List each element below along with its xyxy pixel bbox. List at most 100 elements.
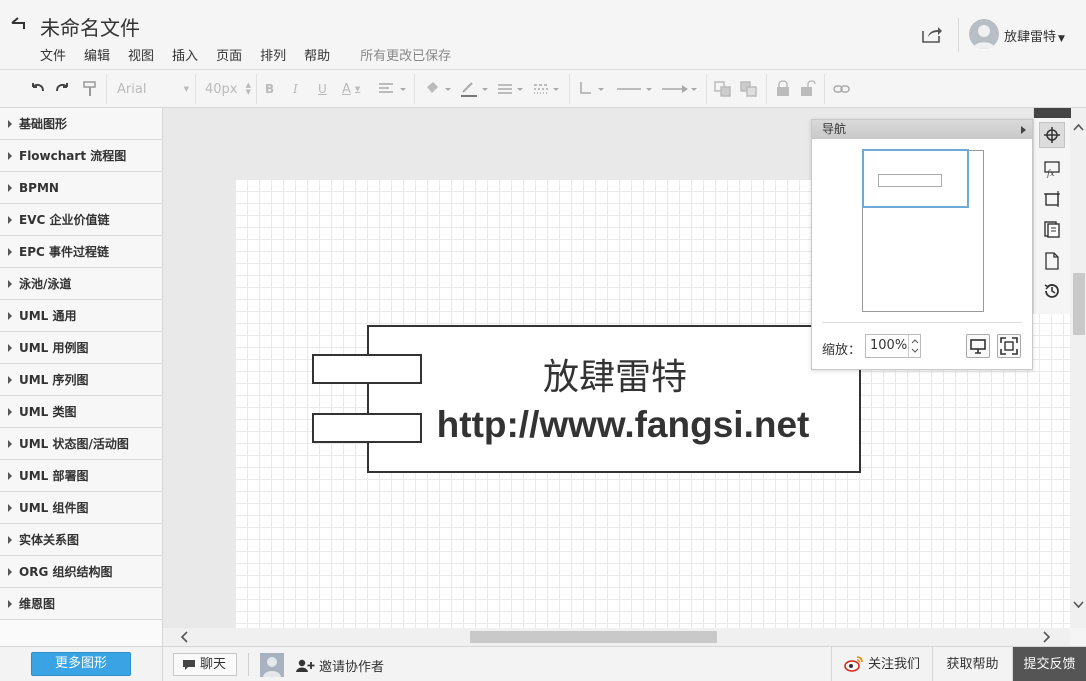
scroll-left-icon[interactable] — [179, 631, 189, 643]
shape-text-line1[interactable]: 放肆雷特 — [370, 348, 860, 400]
more-shapes-button[interactable]: 更多图形 — [31, 652, 131, 676]
category-uml-class[interactable]: UML 类图 — [0, 396, 162, 428]
unlock-icon[interactable] — [800, 79, 816, 99]
zoom-value: 100% — [870, 338, 908, 353]
line-end-icon[interactable] — [660, 79, 700, 99]
font-family-select[interactable]: Arial ▼ — [117, 79, 189, 99]
category-epc[interactable]: EPC 事件过程链 — [0, 236, 162, 268]
expand-arrow-icon — [8, 247, 12, 256]
category-label: UML 状态图/活动图 — [19, 437, 129, 451]
redo-icon[interactable] — [54, 79, 72, 99]
add-user-icon — [296, 659, 315, 672]
underline-icon[interactable]: U — [318, 79, 327, 99]
file-title[interactable]: 未命名文件 — [40, 12, 140, 41]
lock-icon[interactable] — [776, 79, 790, 99]
scroll-up-icon[interactable] — [1073, 122, 1084, 132]
category-er[interactable]: 实体关系图 — [0, 524, 162, 556]
invite-label: 邀请协作者 — [319, 660, 385, 675]
font-size-value: 40px — [205, 81, 238, 97]
chat-label: 聊天 — [200, 657, 227, 672]
scroll-right-icon[interactable] — [1042, 631, 1052, 643]
category-swimlane[interactable]: 泳池/泳道 — [0, 268, 162, 300]
connector-type-icon[interactable] — [578, 79, 608, 99]
category-uml-sequence[interactable]: UML 序列图 — [0, 364, 162, 396]
send-back-icon[interactable] — [740, 79, 758, 99]
collapse-arrow-icon[interactable] — [1021, 126, 1026, 134]
horizontal-scrollbar[interactable] — [163, 628, 1070, 646]
footer-bar: 更多图形 聊天 邀请协作者 关注我们 获取帮助 提交反馈 — [0, 646, 1086, 681]
shape-properties-toggle[interactable]: fx — [1039, 156, 1065, 182]
line-color-icon[interactable] — [460, 79, 490, 99]
collaborator-avatar — [260, 653, 284, 677]
shape-text-line2[interactable]: http://www.fangsi.net — [370, 404, 876, 446]
link-icon[interactable] — [833, 79, 851, 99]
font-color-icon[interactable]: A ▼ — [342, 79, 360, 99]
page-size-icon — [1044, 191, 1060, 207]
bring-front-icon[interactable] — [714, 79, 732, 99]
fill-color-icon[interactable] — [423, 79, 453, 99]
menu-page[interactable]: 页面 — [216, 45, 242, 64]
category-uml-usecase[interactable]: UML 用例图 — [0, 332, 162, 364]
line-start-icon[interactable] — [615, 79, 655, 99]
chat-button[interactable]: 聊天 — [173, 653, 237, 676]
document-toggle[interactable] — [1039, 248, 1065, 274]
scroll-down-icon[interactable] — [1073, 600, 1084, 610]
fit-window-button[interactable] — [997, 334, 1021, 358]
share-icon[interactable] — [921, 24, 943, 44]
category-label: BPMN — [19, 180, 59, 195]
expand-arrow-icon — [8, 279, 12, 288]
spin-arrows-icon — [911, 339, 919, 353]
get-help-button[interactable]: 获取帮助 — [932, 647, 1012, 681]
navigator-separator — [822, 322, 1022, 323]
category-uml-state-activity[interactable]: UML 状态图/活动图 — [0, 428, 162, 460]
menu-help[interactable]: 帮助 — [304, 45, 330, 64]
category-flowchart[interactable]: Flowchart 流程图 — [0, 140, 162, 172]
back-arrow-icon[interactable] — [8, 14, 28, 34]
user-menu[interactable]: 放肆雷特 ▼ — [1004, 26, 1065, 45]
user-avatar[interactable] — [969, 19, 999, 49]
menu-arrange[interactable]: 排列 — [260, 45, 286, 64]
category-org[interactable]: ORG 组织结构图 — [0, 556, 162, 588]
category-evc[interactable]: EVC 企业价值链 — [0, 204, 162, 236]
category-uml-deployment[interactable]: UML 部署图 — [0, 460, 162, 492]
undo-icon[interactable] — [28, 79, 46, 99]
menu-file[interactable]: 文件 — [40, 45, 66, 64]
page-setup-toggle[interactable] — [1039, 186, 1065, 212]
fit-page-button[interactable] — [966, 334, 990, 358]
vertical-scrollbar[interactable] — [1070, 108, 1086, 628]
category-label: ORG 组织结构图 — [19, 565, 113, 579]
zoom-spin-buttons[interactable] — [908, 335, 920, 357]
zoom-stepper[interactable]: 100% — [865, 334, 921, 358]
bold-icon[interactable]: B — [265, 79, 274, 99]
save-status: 所有更改已保存 — [360, 49, 452, 64]
follow-us-button[interactable]: 关注我们 — [831, 647, 932, 681]
category-venn[interactable]: 维恩图 — [0, 588, 162, 620]
pages-toggle[interactable] — [1039, 216, 1065, 242]
category-label: EVC 企业价值链 — [19, 213, 110, 227]
font-size-stepper[interactable]: 40px ▲ ▼ — [205, 79, 251, 99]
category-label: UML 通用 — [19, 309, 77, 323]
italic-icon[interactable]: I — [293, 79, 298, 99]
vertical-scroll-thumb[interactable] — [1073, 273, 1085, 335]
expand-arrow-icon — [8, 407, 12, 416]
chat-bubble-icon — [183, 660, 195, 670]
menu-insert[interactable]: 插入 — [172, 45, 198, 64]
menu-edit[interactable]: 编辑 — [84, 45, 110, 64]
navigator-toggle[interactable] — [1039, 122, 1065, 148]
line-dash-icon[interactable] — [533, 79, 563, 99]
navigator-header: 导航 — [812, 120, 1032, 139]
horizontal-scroll-thumb[interactable] — [470, 631, 717, 643]
submit-feedback-button[interactable]: 提交反馈 — [1012, 647, 1086, 681]
history-toggle[interactable] — [1039, 278, 1065, 304]
menu-view[interactable]: 视图 — [128, 45, 154, 64]
category-uml-component[interactable]: UML 组件图 — [0, 492, 162, 524]
navigator-viewport-frame[interactable] — [862, 149, 969, 208]
category-basic[interactable]: 基础图形 — [0, 108, 162, 140]
category-uml-general[interactable]: UML 通用 — [0, 300, 162, 332]
category-bpmn[interactable]: BPMN — [0, 172, 162, 204]
text-align-icon[interactable] — [378, 79, 408, 99]
invite-collaborators-link[interactable]: 邀请协作者 — [296, 656, 384, 675]
footer-divider — [162, 647, 163, 681]
line-width-icon[interactable] — [497, 79, 527, 99]
format-painter-icon[interactable] — [82, 79, 98, 99]
